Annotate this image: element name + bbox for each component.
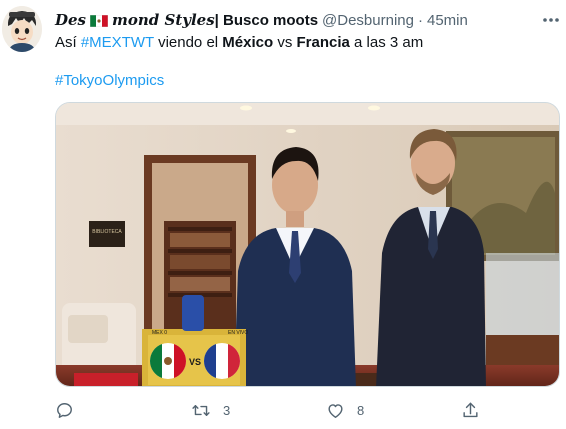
separator-dot: · <box>417 11 423 29</box>
hashtag-link[interactable]: #TokyoOlympics <box>55 72 164 89</box>
tweet-text-part: a las 3 am <box>349 34 424 51</box>
display-name-prefix: Des <box>55 11 86 29</box>
reply-icon <box>57 402 72 418</box>
tweet-hashtag-line: #TokyoOlympics <box>55 72 164 90</box>
display-name-suffix: | Busco moots <box>214 11 319 29</box>
like-icon <box>328 403 343 418</box>
more-icon <box>543 18 559 22</box>
screen-vs-text: VS <box>189 357 201 367</box>
retweet-button[interactable]: 3 <box>191 398 230 422</box>
share-button[interactable] <box>461 398 480 422</box>
share-icon <box>463 402 478 417</box>
display-name-middle: mond Styles <box>112 11 215 29</box>
mexico-flag-icon <box>89 14 109 28</box>
tweet-text: Así #MEXTWT viendo el México vs Francia … <box>55 34 423 52</box>
user-handle[interactable]: @Desburning <box>322 12 414 29</box>
tweet-text-part: Así <box>55 34 81 51</box>
tweet-actions: 3 8 <box>55 398 485 422</box>
tweet-text-bold: México <box>222 34 274 51</box>
tweet-card[interactable]: Des mond Styles | Busco moots @Desburnin… <box>0 0 566 429</box>
tweet-text-part: vs <box>273 34 297 51</box>
avatar[interactable] <box>2 6 42 52</box>
like-count: 8 <box>357 402 365 418</box>
like-button[interactable]: 8 <box>326 398 364 422</box>
screen-right-text: EN VIVO <box>228 330 248 336</box>
wall-sign-text: BIBLIOTECA <box>92 229 122 235</box>
retweet-count: 3 <box>223 402 231 418</box>
screen-left-text: MEX 0 <box>152 330 167 336</box>
tweet-text-bold: Francia <box>296 34 350 51</box>
hashtag-link[interactable]: #MEXTWT <box>81 34 154 51</box>
timestamp[interactable]: 45min <box>427 12 468 29</box>
tweet-header: Des mond Styles | Busco moots @Desburnin… <box>55 11 535 29</box>
tweet-media-image[interactable]: BIBLIOTECA VS MEX 0 EN VIVO <box>55 102 560 387</box>
reply-button[interactable] <box>55 398 86 422</box>
display-name[interactable]: Des mond Styles | Busco moots <box>55 11 318 29</box>
more-button[interactable] <box>540 12 562 28</box>
tweet-text-part: viendo el <box>153 34 223 51</box>
retweet-icon <box>192 404 210 416</box>
